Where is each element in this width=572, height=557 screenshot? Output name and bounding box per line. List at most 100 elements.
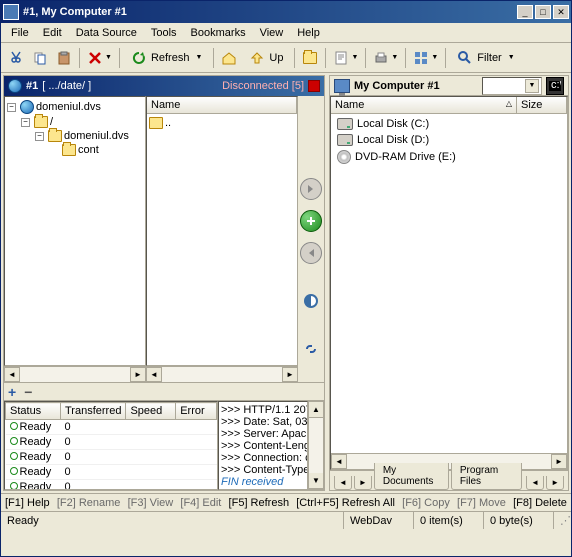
add-connection-button[interactable]: + (8, 384, 16, 400)
toolbar: ▼ Refresh▼ Up ▼ ▼ ▼ Filter▼ (1, 43, 571, 73)
transfer-queue[interactable]: Status Transferred Speed Error Ready0Rea… (4, 401, 218, 490)
svg-text:c:\: c:\ (551, 81, 561, 91)
fkey-delete[interactable]: [F8] Delete (513, 497, 567, 509)
filter-button[interactable]: Filter▼ (450, 47, 521, 69)
log-panel[interactable]: >>> HTTP/1.1 207>>> Date: Sat, 03>>> Ser… (218, 401, 308, 490)
tree-scrollbar[interactable]: ◄► (4, 366, 146, 382)
titlebar: #1, My Computer #1 _ □ ✕ (1, 1, 571, 23)
stop-icon[interactable] (308, 80, 320, 92)
remote-host: #1 (26, 80, 38, 92)
menubar: File Edit Data Source Tools Bookmarks Vi… (1, 23, 571, 43)
link-button[interactable] (300, 338, 322, 360)
hdd-icon (337, 118, 353, 130)
menu-file[interactable]: File (5, 25, 35, 41)
col-size[interactable]: Size (517, 97, 567, 113)
delete-button[interactable]: ▼ (84, 47, 115, 69)
sync-left-button[interactable] (300, 242, 322, 264)
menu-tools[interactable]: Tools (145, 25, 183, 41)
fkey-edit[interactable]: [F4] Edit (180, 497, 221, 509)
drive-combo[interactable]: ▼ (482, 77, 542, 95)
transfer-row[interactable]: Ready0 (6, 450, 217, 465)
col-transferred[interactable]: Transferred (61, 403, 126, 420)
tree-slash[interactable]: / (50, 116, 53, 128)
log-line: FIN received (221, 476, 305, 488)
close-button[interactable]: ✕ (553, 5, 569, 19)
tree-child2[interactable]: cont (78, 144, 99, 156)
computer-icon (334, 79, 350, 93)
sync-both-button[interactable] (300, 210, 322, 232)
dvd-icon (337, 150, 351, 164)
col-status[interactable]: Status (6, 403, 61, 420)
fkey-view[interactable]: [F3] View (128, 497, 174, 509)
cut-button[interactable] (5, 47, 27, 69)
transfer-buttons (298, 96, 324, 366)
tree-toggle[interactable]: − (21, 118, 30, 127)
view-mode-button[interactable]: ▼ (410, 47, 441, 69)
print-button[interactable]: ▼ (370, 47, 401, 69)
menu-edit[interactable]: Edit (37, 25, 68, 41)
fkey-copy[interactable]: [F6] Copy (402, 497, 450, 509)
fkey-move[interactable]: [F7] Move (457, 497, 506, 509)
tree-root[interactable]: domeniul.dvs (36, 101, 101, 113)
tab-scroll-left[interactable]: ◄ (526, 476, 544, 490)
sync-right-button[interactable] (300, 178, 322, 200)
transfer-row[interactable]: Ready0 (6, 420, 217, 435)
status-bytes: 0 byte(s) (483, 512, 553, 529)
remote-tree[interactable]: − domeniul.dvs − / − (4, 96, 146, 366)
up-button[interactable]: Up (242, 47, 290, 69)
drive-row[interactable]: Local Disk (D:) (333, 132, 565, 148)
tree-child1[interactable]: domeniul.dvs (64, 130, 129, 142)
transfer-row[interactable]: Ready0 (6, 435, 217, 450)
open-folder-button[interactable] (299, 47, 321, 69)
refresh-button[interactable]: Refresh▼ (124, 47, 209, 69)
home-button[interactable] (218, 47, 240, 69)
tab-my-documents[interactable]: My Documents (374, 463, 449, 490)
parent-dir-row[interactable]: .. (149, 116, 295, 130)
fkey-help[interactable]: [F1] Help (5, 497, 50, 509)
folder-icon (34, 116, 48, 128)
paste-button[interactable] (53, 47, 75, 69)
fkey-rename[interactable]: [F2] Rename (57, 497, 121, 509)
transfer-row[interactable]: Ready0 (6, 465, 217, 480)
menu-data-source[interactable]: Data Source (70, 25, 143, 41)
local-list-body[interactable]: Local Disk (C:)Local Disk (D:)DVD-RAM Dr… (331, 114, 567, 453)
local-pane: My Computer #1 ▼ c:\ Name△ Size Local Di… (329, 75, 569, 491)
remove-connection-button[interactable]: − (24, 384, 32, 400)
local-header: My Computer #1 ▼ c:\ (330, 76, 568, 96)
resize-grip-icon[interactable]: ⋰ (560, 514, 571, 527)
refresh-icon (131, 50, 147, 66)
menu-bookmarks[interactable]: Bookmarks (185, 25, 252, 41)
home-icon (221, 50, 237, 66)
menu-view[interactable]: View (254, 25, 290, 41)
drive-row[interactable]: DVD-RAM Drive (E:) (333, 148, 565, 166)
maximize-button[interactable]: □ (535, 5, 551, 19)
properties-button[interactable]: ▼ (330, 47, 361, 69)
menu-help[interactable]: Help (291, 25, 326, 41)
fkey-refresh-all[interactable]: [Ctrl+F5] Refresh All (296, 497, 395, 509)
fkey-refresh[interactable]: [F5] Refresh (229, 497, 290, 509)
tab-prev-button[interactable]: ◄ (334, 476, 352, 490)
print-icon (373, 50, 389, 66)
log-scrollbar[interactable]: ▲▼ (308, 401, 324, 490)
minimize-button[interactable]: _ (517, 5, 533, 19)
drive-row[interactable]: Local Disk (C:) (333, 116, 565, 132)
copy-button[interactable] (29, 47, 51, 69)
tree-toggle[interactable]: − (35, 132, 44, 141)
app-icon (3, 4, 19, 20)
sort-asc-icon: △ (506, 99, 512, 111)
col-name[interactable]: Name (147, 97, 297, 113)
list-scrollbar[interactable]: ◄► (146, 366, 298, 382)
tab-next-button[interactable]: ► (354, 476, 372, 490)
local-scrollbar[interactable]: ◄► (331, 453, 567, 469)
col-speed[interactable]: Speed (126, 403, 176, 420)
tab-program-files[interactable]: Program Files (451, 463, 522, 490)
tree-toggle[interactable]: − (7, 103, 16, 112)
compare-button[interactable] (300, 290, 322, 312)
tab-scroll-right[interactable]: ► (546, 476, 564, 490)
remote-list-body[interactable]: .. (147, 114, 297, 365)
terminal-button[interactable]: c:\ (546, 77, 564, 95)
col-error[interactable]: Error (176, 403, 217, 420)
transfer-row[interactable]: Ready0 (6, 480, 217, 491)
col-name[interactable]: Name△ (331, 97, 517, 113)
hdd-icon (337, 134, 353, 146)
